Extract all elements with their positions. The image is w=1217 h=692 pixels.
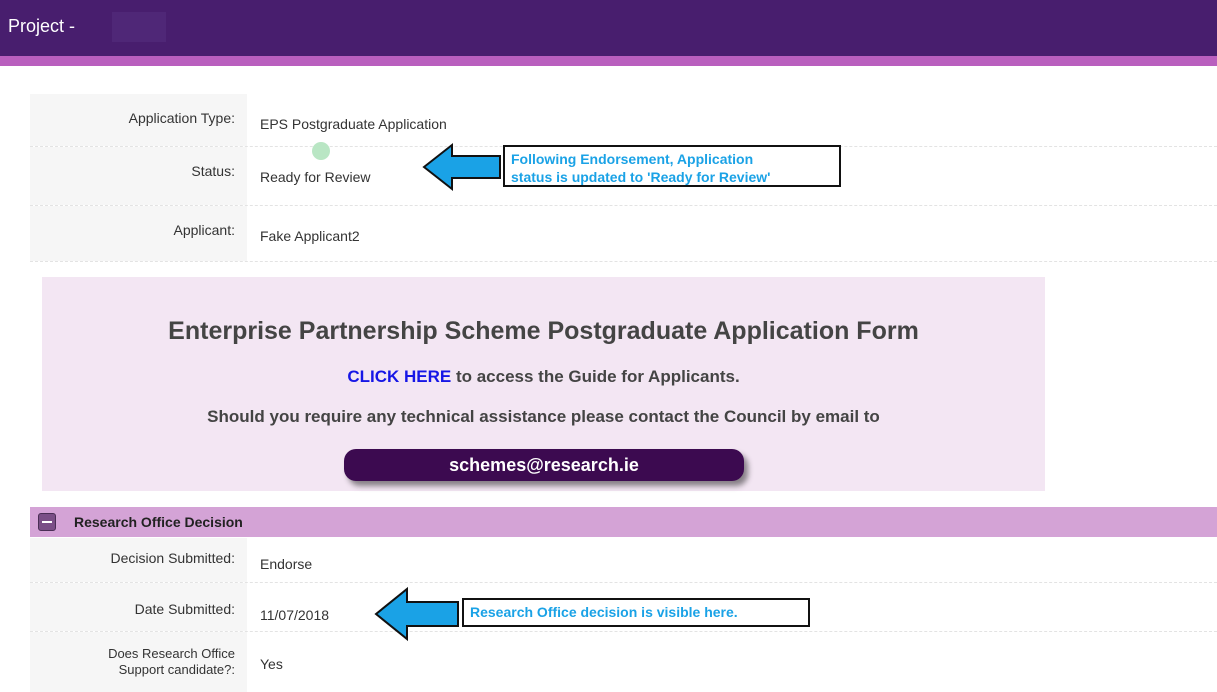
- callout-line: Following Endorsement, Application: [511, 151, 754, 167]
- arrow-left-icon: [374, 586, 459, 642]
- detail-label: Application Type:: [30, 94, 247, 146]
- label-line: Support candidate?:: [118, 662, 235, 677]
- status-value: Ready for Review: [260, 169, 371, 185]
- decision-annotation-callout: Research Office decision is visible here…: [462, 598, 810, 627]
- section-title: Research Office Decision: [74, 514, 243, 530]
- banner-heading: Enterprise Partnership Scheme Postgradua…: [168, 317, 919, 345]
- status-indicator-icon: [312, 142, 330, 160]
- label-line: Does Research Office: [108, 646, 235, 661]
- decision-label: Date Submitted:: [30, 583, 247, 631]
- page-header: Project -: [0, 0, 1217, 68]
- email-button[interactable]: schemes@research.ie: [344, 449, 744, 481]
- detail-value: Fake Applicant2: [260, 228, 360, 244]
- status-annotation-callout: Following Endorsement, Application statu…: [503, 145, 841, 187]
- detail-label: Applicant:: [30, 206, 247, 261]
- callout-line: Research Office decision is visible here…: [470, 604, 738, 620]
- redacted-project-name: [112, 12, 166, 42]
- detail-row-applicant: Applicant: Fake Applicant2: [30, 206, 1217, 262]
- application-form-banner: Enterprise Partnership Scheme Postgradua…: [42, 277, 1045, 491]
- decision-row-decision: Decision Submitted: Endorse: [30, 538, 1217, 583]
- guide-line: CLICK HERE to access the Guide for Appli…: [42, 367, 1045, 387]
- detail-label: Status:: [30, 147, 247, 205]
- decision-value: Endorse: [260, 556, 313, 572]
- collapse-toggle-icon[interactable]: [38, 513, 56, 531]
- guide-text: to access the Guide for Applicants.: [451, 367, 740, 386]
- detail-value: EPS Postgraduate Application: [260, 116, 447, 132]
- header-bar: Project -: [0, 0, 1217, 56]
- date-value: 11/07/2018: [260, 607, 330, 623]
- header-stripe: [0, 56, 1217, 66]
- callout-line: status is updated to 'Ready for Review': [511, 169, 771, 185]
- guide-link[interactable]: CLICK HERE: [347, 367, 451, 386]
- decision-label: Does Research Office Support candidate?:: [30, 632, 247, 692]
- research-office-decision-header[interactable]: Research Office Decision: [30, 507, 1217, 537]
- detail-row-application-type: Application Type: EPS Postgraduate Appli…: [30, 94, 1217, 147]
- page-title: Project -: [8, 16, 76, 36]
- decision-label: Decision Submitted:: [30, 538, 247, 582]
- support-value: Yes: [260, 656, 283, 672]
- arrow-left-icon: [422, 142, 501, 192]
- assistance-text: Should you require any technical assista…: [207, 407, 880, 426]
- decision-row-support: Does Research Office Support candidate?:…: [30, 632, 1217, 692]
